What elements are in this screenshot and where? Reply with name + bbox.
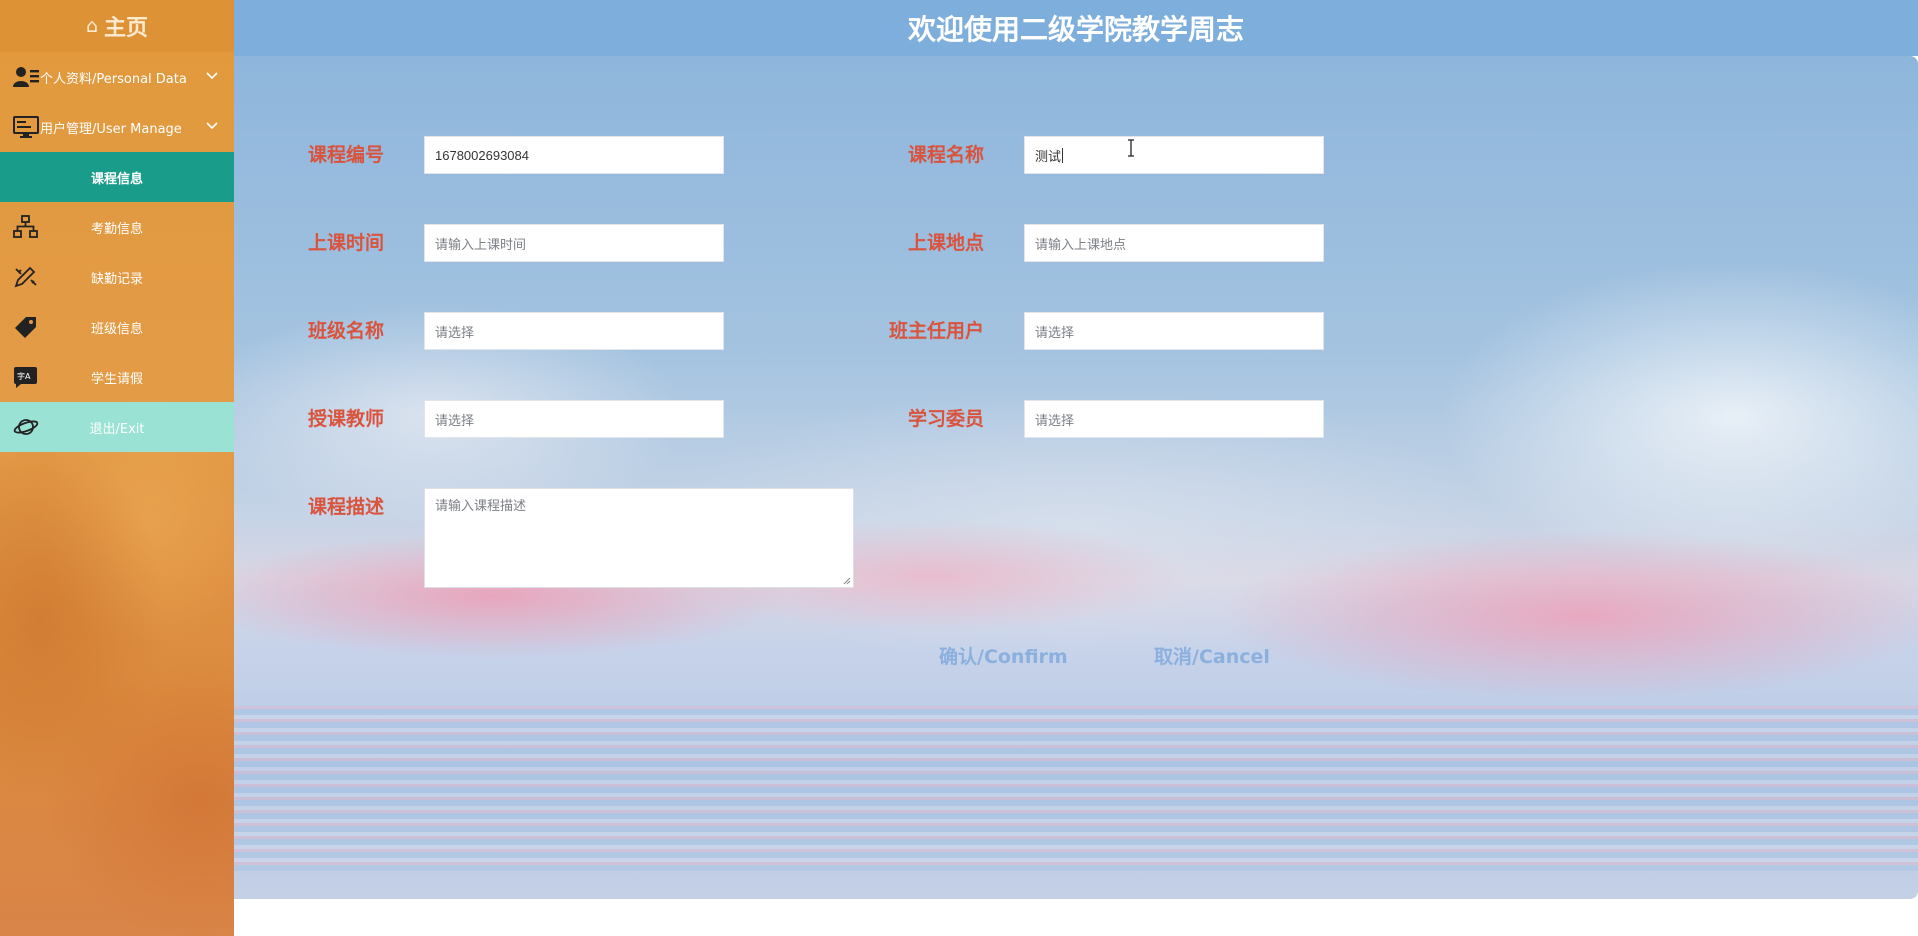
course-name-value: 测试 xyxy=(1035,148,1062,164)
sidebar-item-label: 考勤信息 xyxy=(90,221,143,237)
sidebar-item-class-info[interactable]: 班级信息 xyxy=(0,302,234,352)
study-rep-placeholder: 请选择 xyxy=(1035,412,1075,428)
class-name-label: 班级名称 xyxy=(307,320,384,342)
sidebar-home-label: 主页 xyxy=(104,16,149,41)
class-name-select[interactable]: 请选择 xyxy=(424,312,724,350)
header: 欢迎使用二级学院教学周志 xyxy=(234,0,1918,56)
teacher-placeholder: 请选择 xyxy=(435,412,475,428)
class-place-placeholder: 请输入上课地点 xyxy=(1035,236,1127,252)
sidebar-item-student-leave[interactable]: 字A 学生请假 xyxy=(0,352,234,402)
sidebar-item-personal-data[interactable]: 个人资料/Personal Data xyxy=(0,52,234,102)
sidebar-item-label: 学生请假 xyxy=(90,371,143,387)
course-no-label: 课程编号 xyxy=(307,144,384,166)
sidebar-item-absence-record[interactable]: 缺勤记录 xyxy=(0,252,234,302)
class-time-input[interactable]: 请输入上课时间 xyxy=(424,224,724,262)
sidebar-item-label: 班级信息 xyxy=(90,321,143,337)
text-cursor-icon xyxy=(1128,139,1134,157)
sidebar: ⌂ 主页 个人资料/Personal Data 用户管理/User Manage… xyxy=(0,0,234,936)
class-place-label: 上课地点 xyxy=(907,232,984,254)
study-rep-label: 学习委员 xyxy=(907,408,984,430)
class-time-placeholder: 请输入上课时间 xyxy=(435,236,527,252)
resize-handle-icon[interactable] xyxy=(843,577,851,585)
sidebar-item-exit[interactable]: 退出/Exit xyxy=(0,402,234,452)
page-title-text: 欢迎使用二级学院教学周志 xyxy=(907,13,1244,46)
course-name-label: 课程名称 xyxy=(907,144,984,166)
sidebar-item-course-info[interactable]: 课程信息 xyxy=(0,152,234,202)
sidebar-item-attendance[interactable]: 考勤信息 xyxy=(0,202,234,252)
monitor-icon xyxy=(13,116,39,138)
teacher-label: 授课教师 xyxy=(307,408,384,430)
sidebar-home[interactable]: ⌂ 主页 xyxy=(0,0,234,52)
user-profile-icon xyxy=(13,67,39,87)
cancel-button[interactable]: 取消/Cancel xyxy=(1154,642,1270,669)
description-label: 课程描述 xyxy=(307,496,384,518)
sidebar-item-label: 用户管理/User Manage xyxy=(40,121,182,137)
class-time-label: 上课时间 xyxy=(307,232,384,254)
home-icon: ⌂ xyxy=(85,15,99,37)
chevron-down-icon xyxy=(206,72,218,80)
text-caret xyxy=(1062,147,1064,163)
study-rep-select[interactable]: 请选择 xyxy=(1024,400,1324,438)
page-title: 欢迎使用二级学院教学周志 xyxy=(234,8,1918,48)
main-content: 课程编号 1678002693084 课程名称 测试 上课时间 请输入上课时间 … xyxy=(234,56,1918,899)
teacher-select[interactable]: 请选择 xyxy=(424,400,724,438)
head-teacher-select[interactable]: 请选择 xyxy=(1024,312,1324,350)
course-no-input[interactable]: 1678002693084 xyxy=(424,136,724,174)
chevron-down-icon xyxy=(206,122,218,130)
sidebar-item-label: 缺勤记录 xyxy=(90,271,143,287)
class-name-placeholder: 请选择 xyxy=(435,324,475,340)
head-teacher-label: 班主任用户 xyxy=(888,320,984,342)
head-teacher-placeholder: 请选择 xyxy=(1035,324,1075,340)
sidebar-item-user-manage[interactable]: 用户管理/User Manage xyxy=(0,102,234,152)
course-no-value: 1678002693084 xyxy=(435,147,529,163)
sidebar-item-label: 课程信息 xyxy=(90,171,143,187)
sidebar-item-label: 个人资料/Personal Data xyxy=(40,71,187,87)
description-placeholder: 请输入课程描述 xyxy=(435,499,527,514)
sidebar-item-label: 退出/Exit xyxy=(89,421,145,437)
course-name-input[interactable]: 测试 xyxy=(1024,136,1324,174)
confirm-button[interactable]: 确认/Confirm xyxy=(939,642,1068,669)
class-place-input[interactable]: 请输入上课地点 xyxy=(1024,224,1324,262)
description-textarea[interactable]: 请输入课程描述 xyxy=(424,488,854,588)
